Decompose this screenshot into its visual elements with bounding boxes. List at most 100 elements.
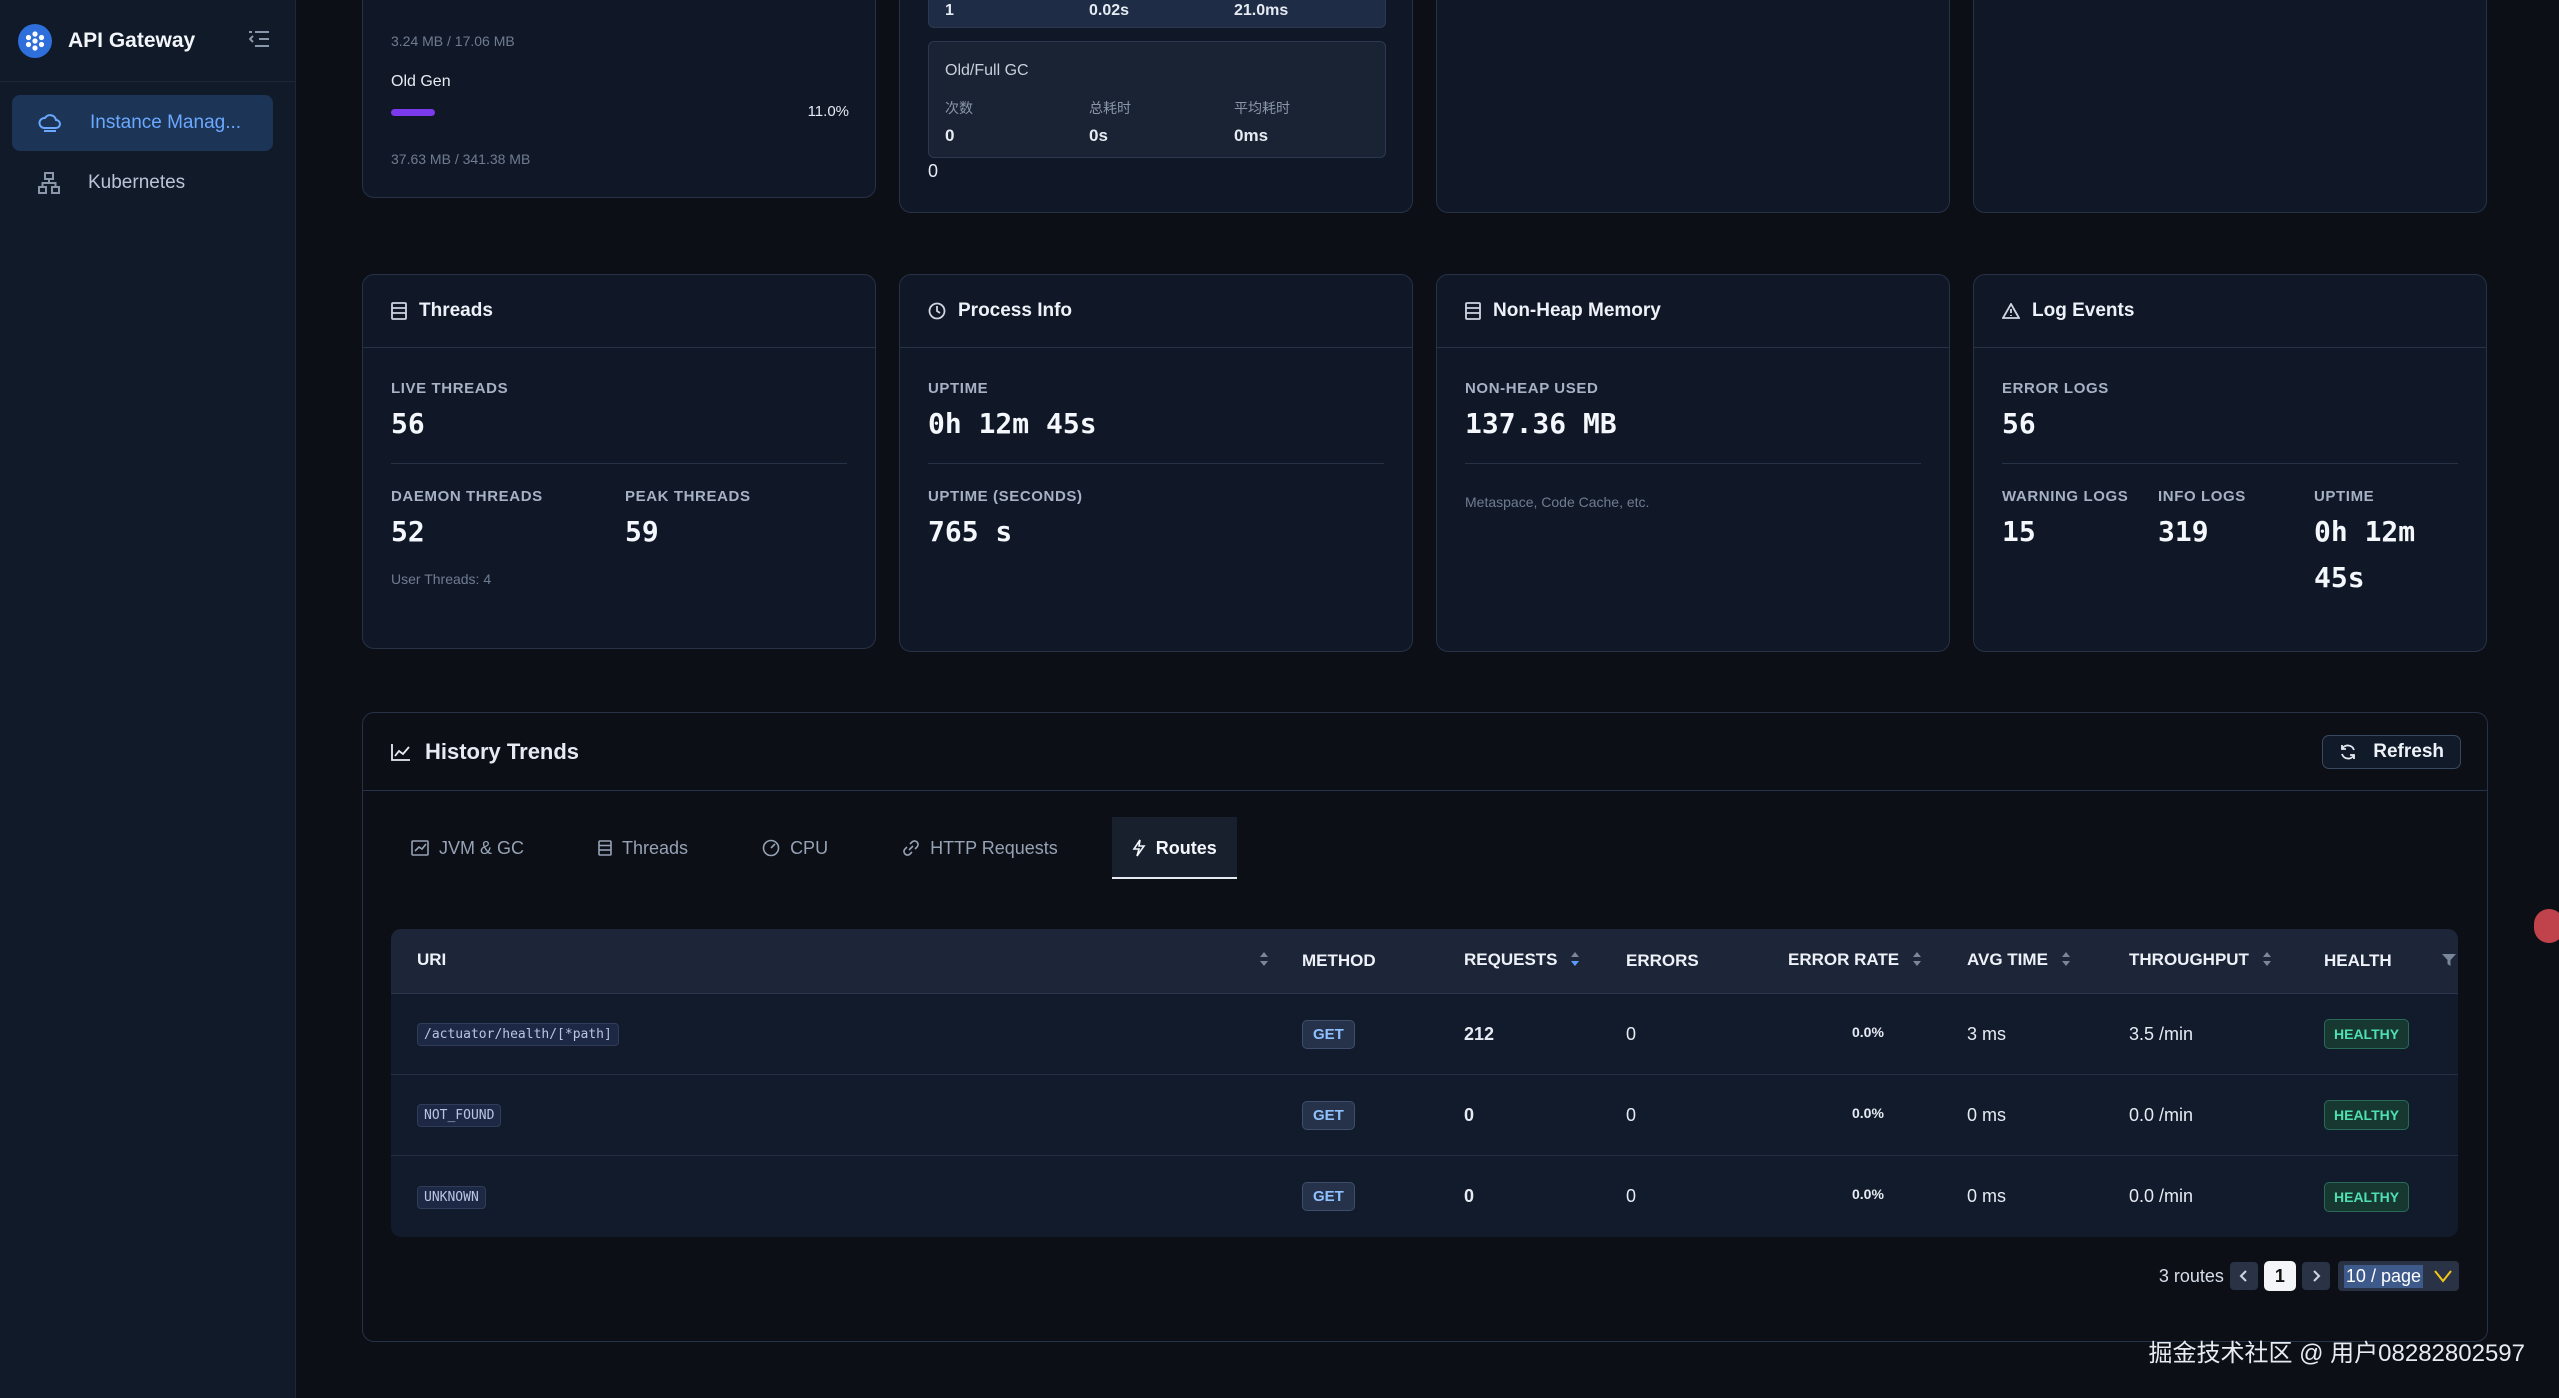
pagination: 3 routes 1 10 / page bbox=[2159, 1261, 2459, 1291]
uptime-label: UPTIME bbox=[928, 380, 989, 397]
old-gc-total-label: 总耗时 bbox=[1089, 100, 1131, 116]
table-row[interactable]: UNKNOWN GET 0 0 0.0% 0 ms 0.0 /min HEALT… bbox=[391, 1156, 2458, 1237]
threads-card: Threads LIVE THREADS 56 DAEMON THREADS 5… bbox=[362, 274, 876, 649]
filter-icon[interactable] bbox=[2442, 951, 2457, 971]
health-badge: HEALTHY bbox=[2324, 1019, 2410, 1049]
table-row[interactable]: /actuator/health/[*path] GET 212 0 0.0% … bbox=[391, 994, 2458, 1075]
young-gc-total: 0.02s bbox=[1089, 2, 1130, 19]
avg-time-cell: 0 ms bbox=[1941, 1075, 2103, 1156]
menu-collapse-icon[interactable] bbox=[248, 30, 269, 53]
tab-http-requests[interactable]: HTTP Requests bbox=[882, 817, 1078, 879]
sort-icon[interactable] bbox=[2061, 951, 2071, 972]
prev-page-button[interactable] bbox=[2229, 1262, 2258, 1290]
chevron-down-icon bbox=[2434, 1270, 2452, 1283]
peak-threads-label: PEAK THREADS bbox=[625, 488, 751, 505]
nonheap-card-header: Non-Heap Memory bbox=[1437, 275, 1949, 348]
sort-icon[interactable] bbox=[1912, 951, 1922, 972]
sidebar-header: API Gateway bbox=[0, 0, 295, 82]
chevron-right-icon bbox=[2313, 1270, 2321, 1282]
col-health[interactable]: HEALTH bbox=[2298, 929, 2458, 994]
cloud-icon bbox=[38, 114, 61, 132]
old-gen-progress-bar bbox=[391, 109, 435, 116]
page-size-select[interactable]: 10 / page bbox=[2337, 1261, 2459, 1291]
old-gen-usage: 37.63 MB / 341.38 MB bbox=[391, 151, 531, 167]
process-title: Process Info bbox=[958, 300, 1073, 321]
requests-cell: 0 bbox=[1464, 1186, 1475, 1206]
threads-title: Threads bbox=[419, 300, 493, 321]
throughput-cell: 0.0 /min bbox=[2103, 1075, 2298, 1156]
line-chart-icon bbox=[391, 743, 410, 761]
gateway-logo-icon bbox=[18, 23, 52, 58]
old-gen-percent: 11.0% bbox=[807, 103, 849, 120]
tab-jvm-gc[interactable]: JVM & GC bbox=[391, 817, 544, 879]
sidebar: API Gateway Instance Manag... Kubernetes bbox=[0, 0, 296, 1398]
requests-cell: 212 bbox=[1438, 994, 1600, 1075]
errors-cell: 0 bbox=[1600, 1075, 1762, 1156]
tab-label: Routes bbox=[1155, 837, 1217, 858]
live-threads-value: 56 bbox=[391, 407, 425, 440]
table-row[interactable]: NOT_FOUND GET 0 0 0.0% 0 ms 0.0 /min HEA… bbox=[391, 1075, 2458, 1156]
divider bbox=[928, 463, 1384, 464]
col-requests[interactable]: REQUESTS bbox=[1438, 929, 1600, 994]
list-icon bbox=[391, 302, 407, 320]
avg-time-cell: 0 ms bbox=[1967, 1186, 2007, 1206]
threads-card-header: Threads bbox=[363, 275, 875, 348]
info-logs-value: 319 bbox=[2158, 515, 2209, 548]
cluster-icon bbox=[38, 172, 60, 194]
divider bbox=[2002, 463, 2458, 464]
logs-card-header: Log Events bbox=[1974, 275, 2486, 348]
empty-card-1 bbox=[1436, 0, 1950, 213]
errors-cell: 0 bbox=[1600, 994, 1762, 1075]
memory-icon bbox=[1465, 302, 1481, 320]
survivor-usage: 3.24 MB / 17.06 MB bbox=[391, 33, 515, 49]
watermark: 掘金技术社区 @ 用户08282802597 bbox=[2148, 1340, 2525, 1367]
gc-footer-value: 0 bbox=[928, 161, 939, 181]
sort-icon[interactable] bbox=[1259, 951, 1269, 972]
col-throughput[interactable]: THROUGHPUT bbox=[2103, 929, 2298, 994]
info-logs-label: INFO LOGS bbox=[2158, 488, 2246, 505]
warning-icon bbox=[2002, 303, 2020, 319]
process-card-header: Process Info bbox=[900, 275, 1412, 348]
page-1-button[interactable]: 1 bbox=[2263, 1261, 2296, 1291]
young-gc-count: 1 bbox=[945, 2, 954, 19]
process-info-card: Process Info UPTIME 0h 12m 45s UPTIME (S… bbox=[899, 274, 1413, 652]
warning-logs-value: 15 bbox=[2002, 515, 2036, 548]
old-gc-count-label: 次数 bbox=[945, 100, 973, 116]
warning-logs-label: WARNING LOGS bbox=[2002, 488, 2129, 505]
method-tag: GET bbox=[1302, 1100, 1355, 1130]
tab-label: JVM & GC bbox=[439, 837, 525, 858]
empty-card-2 bbox=[1973, 0, 2487, 213]
uptime-seconds-value: 765 s bbox=[928, 515, 1013, 548]
tab-threads[interactable]: Threads bbox=[578, 817, 708, 879]
log-events-card: Log Events ERROR LOGS 56 WARNING LOGS 15… bbox=[1973, 274, 2487, 652]
sidebar-item-kubernetes[interactable]: Kubernetes bbox=[12, 155, 273, 211]
uri-tag: UNKNOWN bbox=[417, 1185, 486, 1209]
young-gc-avg: 21.0ms bbox=[1234, 2, 1289, 19]
col-health-label: HEALTH bbox=[2324, 950, 2392, 970]
uri-tag: /actuator/health/[*path] bbox=[417, 1023, 619, 1046]
tab-routes[interactable]: Routes bbox=[1111, 817, 1237, 879]
nonheap-note: Metaspace, Code Cache, etc. bbox=[1465, 494, 1650, 510]
refresh-icon bbox=[2341, 744, 2356, 760]
sort-icon[interactable] bbox=[2262, 951, 2272, 972]
sidebar-item-label: Kubernetes bbox=[88, 172, 186, 193]
gc-card: 1 0.02s 21.0ms Old/Full GC 次数 总耗时 平均耗时 0… bbox=[899, 0, 1413, 213]
routes-table: URI METHOD REQUESTS ERRORS ERROR RATE AV… bbox=[391, 929, 2458, 1237]
next-page-button[interactable] bbox=[2301, 1262, 2330, 1290]
col-avg-time[interactable]: AVG TIME bbox=[1941, 929, 2103, 994]
daemon-threads-label: DAEMON THREADS bbox=[391, 488, 543, 505]
method-tag: GET bbox=[1302, 1019, 1355, 1049]
floating-plugin-icon[interactable] bbox=[2534, 909, 2559, 943]
tab-cpu[interactable]: CPU bbox=[742, 817, 848, 879]
col-uri[interactable]: URI bbox=[391, 929, 1276, 994]
nonheap-title: Non-Heap Memory bbox=[1493, 300, 1661, 321]
error-rate-cell: 0.0% bbox=[1852, 1104, 1884, 1121]
sidebar-item-instance-management[interactable]: Instance Manag... bbox=[12, 95, 273, 151]
heap-memory-card: 3.24 MB / 17.06 MB Old Gen 11.0% 37.63 M… bbox=[362, 0, 876, 198]
old-gc-box: Old/Full GC 次数 总耗时 平均耗时 0 0s 0ms bbox=[928, 41, 1386, 158]
refresh-button[interactable]: Refresh bbox=[2322, 735, 2461, 769]
divider bbox=[391, 463, 847, 464]
uri-tag: NOT_FOUND bbox=[417, 1104, 502, 1127]
sort-active-icon[interactable] bbox=[1570, 951, 1580, 972]
col-error-rate[interactable]: ERROR RATE bbox=[1762, 929, 1941, 994]
